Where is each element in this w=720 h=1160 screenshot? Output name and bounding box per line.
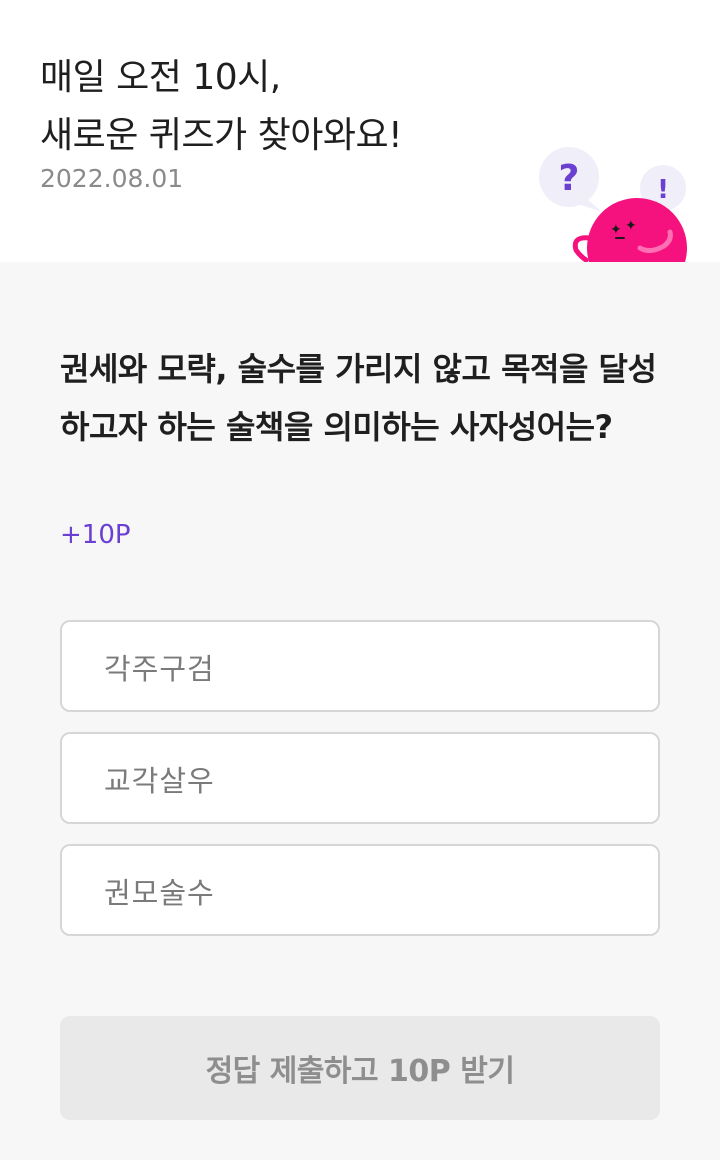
answer-option-3[interactable]: 권모술수: [60, 844, 660, 936]
answer-option-label: 권모술수: [104, 876, 215, 910]
sparkle-eye-right: ✦: [625, 218, 637, 234]
question-mark-glyph: ?: [559, 158, 580, 199]
quiz-question: 권세와 모략, 술수를 가리지 않고 목적을 달성하고자 하는 술책을 의미하는…: [60, 350, 657, 446]
answer-option-label: 각주구검: [104, 652, 215, 686]
question-bubble-icon: ?: [539, 147, 602, 212]
reward-points: +10P: [60, 520, 131, 550]
mascot-illustration: ? ! ✦ ✦: [539, 147, 687, 262]
quiz-date: 2022.08.01: [40, 164, 184, 193]
submit-answer-button[interactable]: 정답 제출하고 10P 받기: [60, 1016, 660, 1120]
quiz-header: 매일 오전 10시, 새로운 퀴즈가 찾아와요! 2022.08.01 ? ! …: [0, 0, 720, 262]
answer-option-1[interactable]: 각주구검: [60, 620, 660, 712]
exclamation-glyph: !: [657, 175, 669, 205]
answer-option-label: 교각살우: [104, 764, 215, 798]
answer-option-2[interactable]: 교각살우: [60, 732, 660, 824]
sparkle-eye-left: ✦: [610, 222, 622, 238]
header-title-line1: 매일 오전 10시,: [40, 57, 281, 98]
header-title-line2: 새로운 퀴즈가 찾아와요!: [40, 115, 403, 156]
